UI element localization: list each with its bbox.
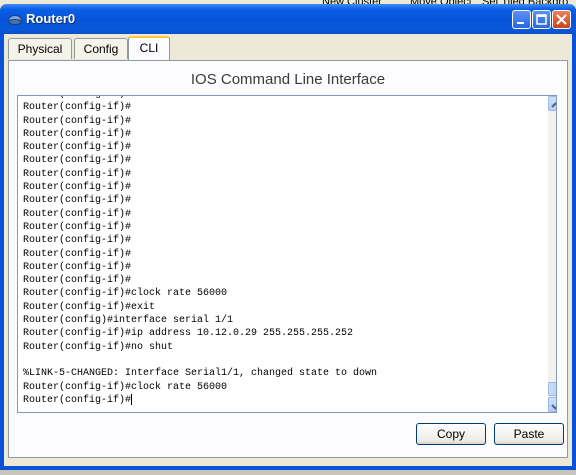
terminal-line: Router(config-if)# bbox=[23, 115, 132, 127]
panel-heading: IOS Command Line Interface bbox=[190, 71, 386, 88]
window-title: Router0 bbox=[26, 11, 76, 26]
minimize-button[interactable] bbox=[512, 10, 531, 29]
terminal-line: Router(config-if)# bbox=[23, 275, 132, 287]
router-window: Router0 Physical Config CLI IOS Command … bbox=[0, 4, 576, 470]
chevron-up-icon bbox=[551, 102, 556, 108]
tab-label: CLI bbox=[139, 41, 159, 55]
terminal-line: Router(config-if)#no shut bbox=[23, 341, 174, 353]
terminal-line: Router(config-if)#ip address 10.12.0.29 … bbox=[23, 328, 354, 340]
terminal-line: Router(config-if)# bbox=[23, 248, 132, 260]
copy-button[interactable]: Copy bbox=[416, 423, 486, 445]
terminal-line: Router(config-if)# bbox=[23, 102, 132, 114]
terminal-scrollbar[interactable] bbox=[548, 96, 556, 412]
close-button[interactable] bbox=[552, 10, 571, 29]
terminal-line: Router(config-if)#clock rate 56000 bbox=[23, 288, 228, 300]
terminal-line: Router(config-if)# bbox=[23, 235, 132, 247]
minimize-icon bbox=[517, 22, 524, 24]
title-bar[interactable]: Router0 bbox=[0, 4, 576, 34]
terminal-line: Router(config-if)#clock rate 56000 bbox=[23, 381, 228, 393]
window-client-area: Physical Config CLI IOS Command Line Int… bbox=[4, 34, 572, 466]
terminal-line: Router(config-if)# bbox=[23, 208, 132, 220]
terminal-line: Router(config-if)#exit bbox=[23, 301, 156, 313]
terminal-line: Router(config-if)# bbox=[23, 155, 132, 167]
close-icon bbox=[556, 14, 567, 25]
terminal-line: Router(config)#interface serial 1/1 bbox=[23, 315, 234, 327]
terminal-line: Router(config-if)# bbox=[23, 142, 132, 154]
tab-cli[interactable]: CLI bbox=[128, 36, 170, 61]
tab-label: Physical bbox=[17, 42, 63, 56]
paste-button[interactable]: Paste bbox=[494, 423, 564, 445]
terminal-line: Router(config-if)# bbox=[23, 393, 133, 406]
taskbar-edge bbox=[0, 470, 576, 475]
tab-config[interactable]: Config bbox=[74, 38, 128, 59]
terminal-line: %LINK-5-CHANGED: Interface Serial1/1, ch… bbox=[23, 368, 378, 380]
terminal-line: Router(config-if)# bbox=[23, 182, 132, 194]
terminal-line: Router(config-if)# bbox=[23, 128, 132, 140]
chevron-down-icon bbox=[551, 404, 556, 410]
scroll-thumb[interactable] bbox=[548, 382, 556, 396]
cli-terminal[interactable]: Router(config-if)# Router(config-if)# Rout… bbox=[17, 95, 557, 413]
tab-physical[interactable]: Physical bbox=[8, 38, 72, 59]
scroll-up-button[interactable] bbox=[548, 96, 556, 111]
cli-panel: IOS Command Line Interface Router(config… bbox=[8, 60, 568, 458]
text-cursor bbox=[131, 393, 133, 405]
router-app-icon bbox=[8, 15, 22, 25]
terminal-line: Router(config-if)# bbox=[23, 195, 132, 207]
terminal-line: Router(config-if)# bbox=[23, 221, 132, 233]
terminal-line: Router(config-if)# bbox=[23, 261, 132, 273]
scroll-down-button[interactable] bbox=[548, 397, 556, 412]
maximize-icon bbox=[536, 14, 547, 25]
terminal-output: Router(config-if)# Router(config-if)# Rout… bbox=[23, 96, 378, 407]
maximize-button[interactable] bbox=[532, 10, 551, 29]
terminal-line: Router(config-if)# bbox=[23, 168, 132, 180]
tab-label: Config bbox=[83, 42, 119, 56]
